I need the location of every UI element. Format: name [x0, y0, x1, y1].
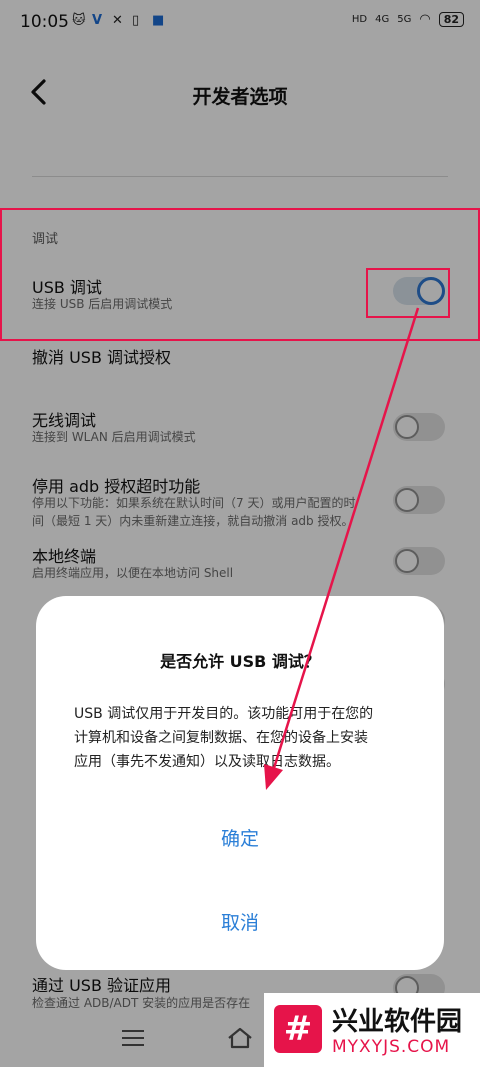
watermark-logo: #	[274, 1005, 322, 1053]
watermark-site: MYXYJS.COM	[332, 1037, 451, 1057]
developer-options-screen: 10:05 🐱 V ✕ ▯ ■ HD 4G 5G ◠ 82 开发者选项 调试 U…	[0, 0, 480, 1067]
home-icon[interactable]	[226, 1026, 254, 1050]
annotation-arrow	[264, 307, 420, 790]
watermark-name: 兴业软件园	[332, 1007, 463, 1037]
watermark: # 兴业软件园 MYXYJS.COM	[264, 993, 480, 1067]
menu-icon[interactable]	[122, 1030, 144, 1051]
